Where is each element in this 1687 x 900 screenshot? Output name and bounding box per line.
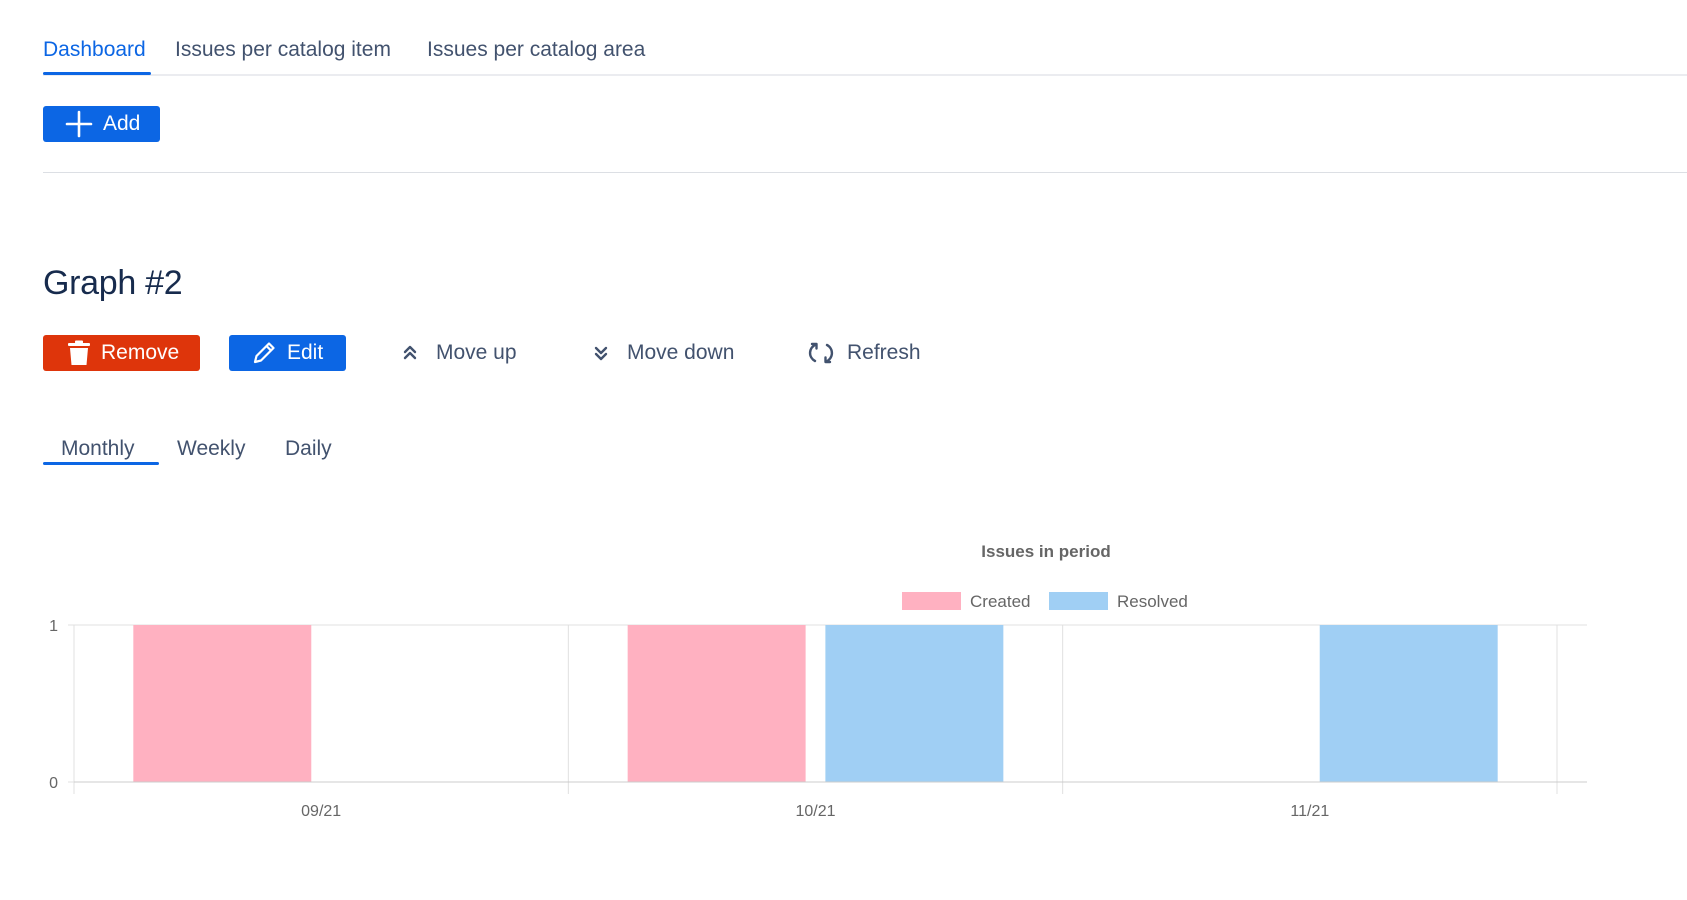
- y-tick-label: 0: [49, 775, 58, 792]
- edit-button-label: Edit: [287, 341, 324, 364]
- double-chevron-down-icon: [591, 343, 611, 363]
- x-tick-label: 11/21: [1290, 803, 1329, 820]
- bar-created-09-21: [133, 625, 312, 782]
- tab-active-indicator: [43, 72, 151, 75]
- x-tick-label: 09/21: [301, 803, 341, 820]
- tab-monthly[interactable]: Monthly: [61, 437, 135, 461]
- refresh-button[interactable]: Refresh: [807, 335, 921, 371]
- bar-resolved-10-21: [825, 625, 1004, 782]
- tabs-divider: [43, 74, 1687, 76]
- legend-label-resolved: Resolved: [1117, 592, 1188, 611]
- tab-issues-per-catalog-item[interactable]: Issues per catalog item: [175, 38, 391, 62]
- y-tick-label: 1: [49, 618, 58, 635]
- edit-button[interactable]: Edit: [229, 335, 346, 371]
- section-divider: [43, 172, 1687, 173]
- chart-legend: Created Resolved: [902, 592, 1188, 611]
- graph-title: Graph #2: [43, 264, 183, 302]
- move-down-label: Move down: [627, 341, 735, 364]
- tab-weekly[interactable]: Weekly: [177, 437, 245, 461]
- main-tabs: Dashboard Issues per catalog item Issues…: [43, 34, 1687, 76]
- double-chevron-up-icon: [400, 343, 420, 363]
- legend-swatch-resolved: [1049, 592, 1108, 610]
- chart-bars: [133, 625, 1498, 782]
- trash-icon: [67, 340, 91, 366]
- plus-icon: [65, 110, 93, 138]
- move-up-button[interactable]: Move up: [400, 335, 517, 371]
- tab-issues-per-catalog-area[interactable]: Issues per catalog area: [427, 38, 645, 62]
- move-down-button[interactable]: Move down: [591, 335, 734, 371]
- tab-daily[interactable]: Daily: [285, 437, 332, 461]
- add-button-label: Add: [103, 112, 141, 135]
- issues-chart: Issues in period Created Resolved 0 1 09/21…: [49, 542, 1587, 820]
- bar-resolved-11-21: [1319, 625, 1498, 782]
- refresh-icon: [807, 339, 835, 367]
- remove-button-label: Remove: [101, 341, 180, 364]
- remove-button[interactable]: Remove: [43, 335, 200, 371]
- period-tab-active-indicator: [43, 462, 159, 465]
- chart-title: Issues in period: [981, 542, 1110, 561]
- period-tabs: Monthly Weekly Daily: [43, 434, 443, 468]
- tab-dashboard[interactable]: Dashboard: [43, 38, 146, 62]
- refresh-label: Refresh: [847, 341, 921, 364]
- x-tick-label: 10/21: [795, 803, 835, 820]
- move-up-label: Move up: [436, 341, 517, 364]
- bar-created-10-21: [627, 625, 806, 782]
- add-button[interactable]: Add: [43, 106, 160, 142]
- legend-label-created: Created: [970, 592, 1030, 611]
- legend-swatch-created: [902, 592, 961, 610]
- pencil-icon: [251, 340, 277, 366]
